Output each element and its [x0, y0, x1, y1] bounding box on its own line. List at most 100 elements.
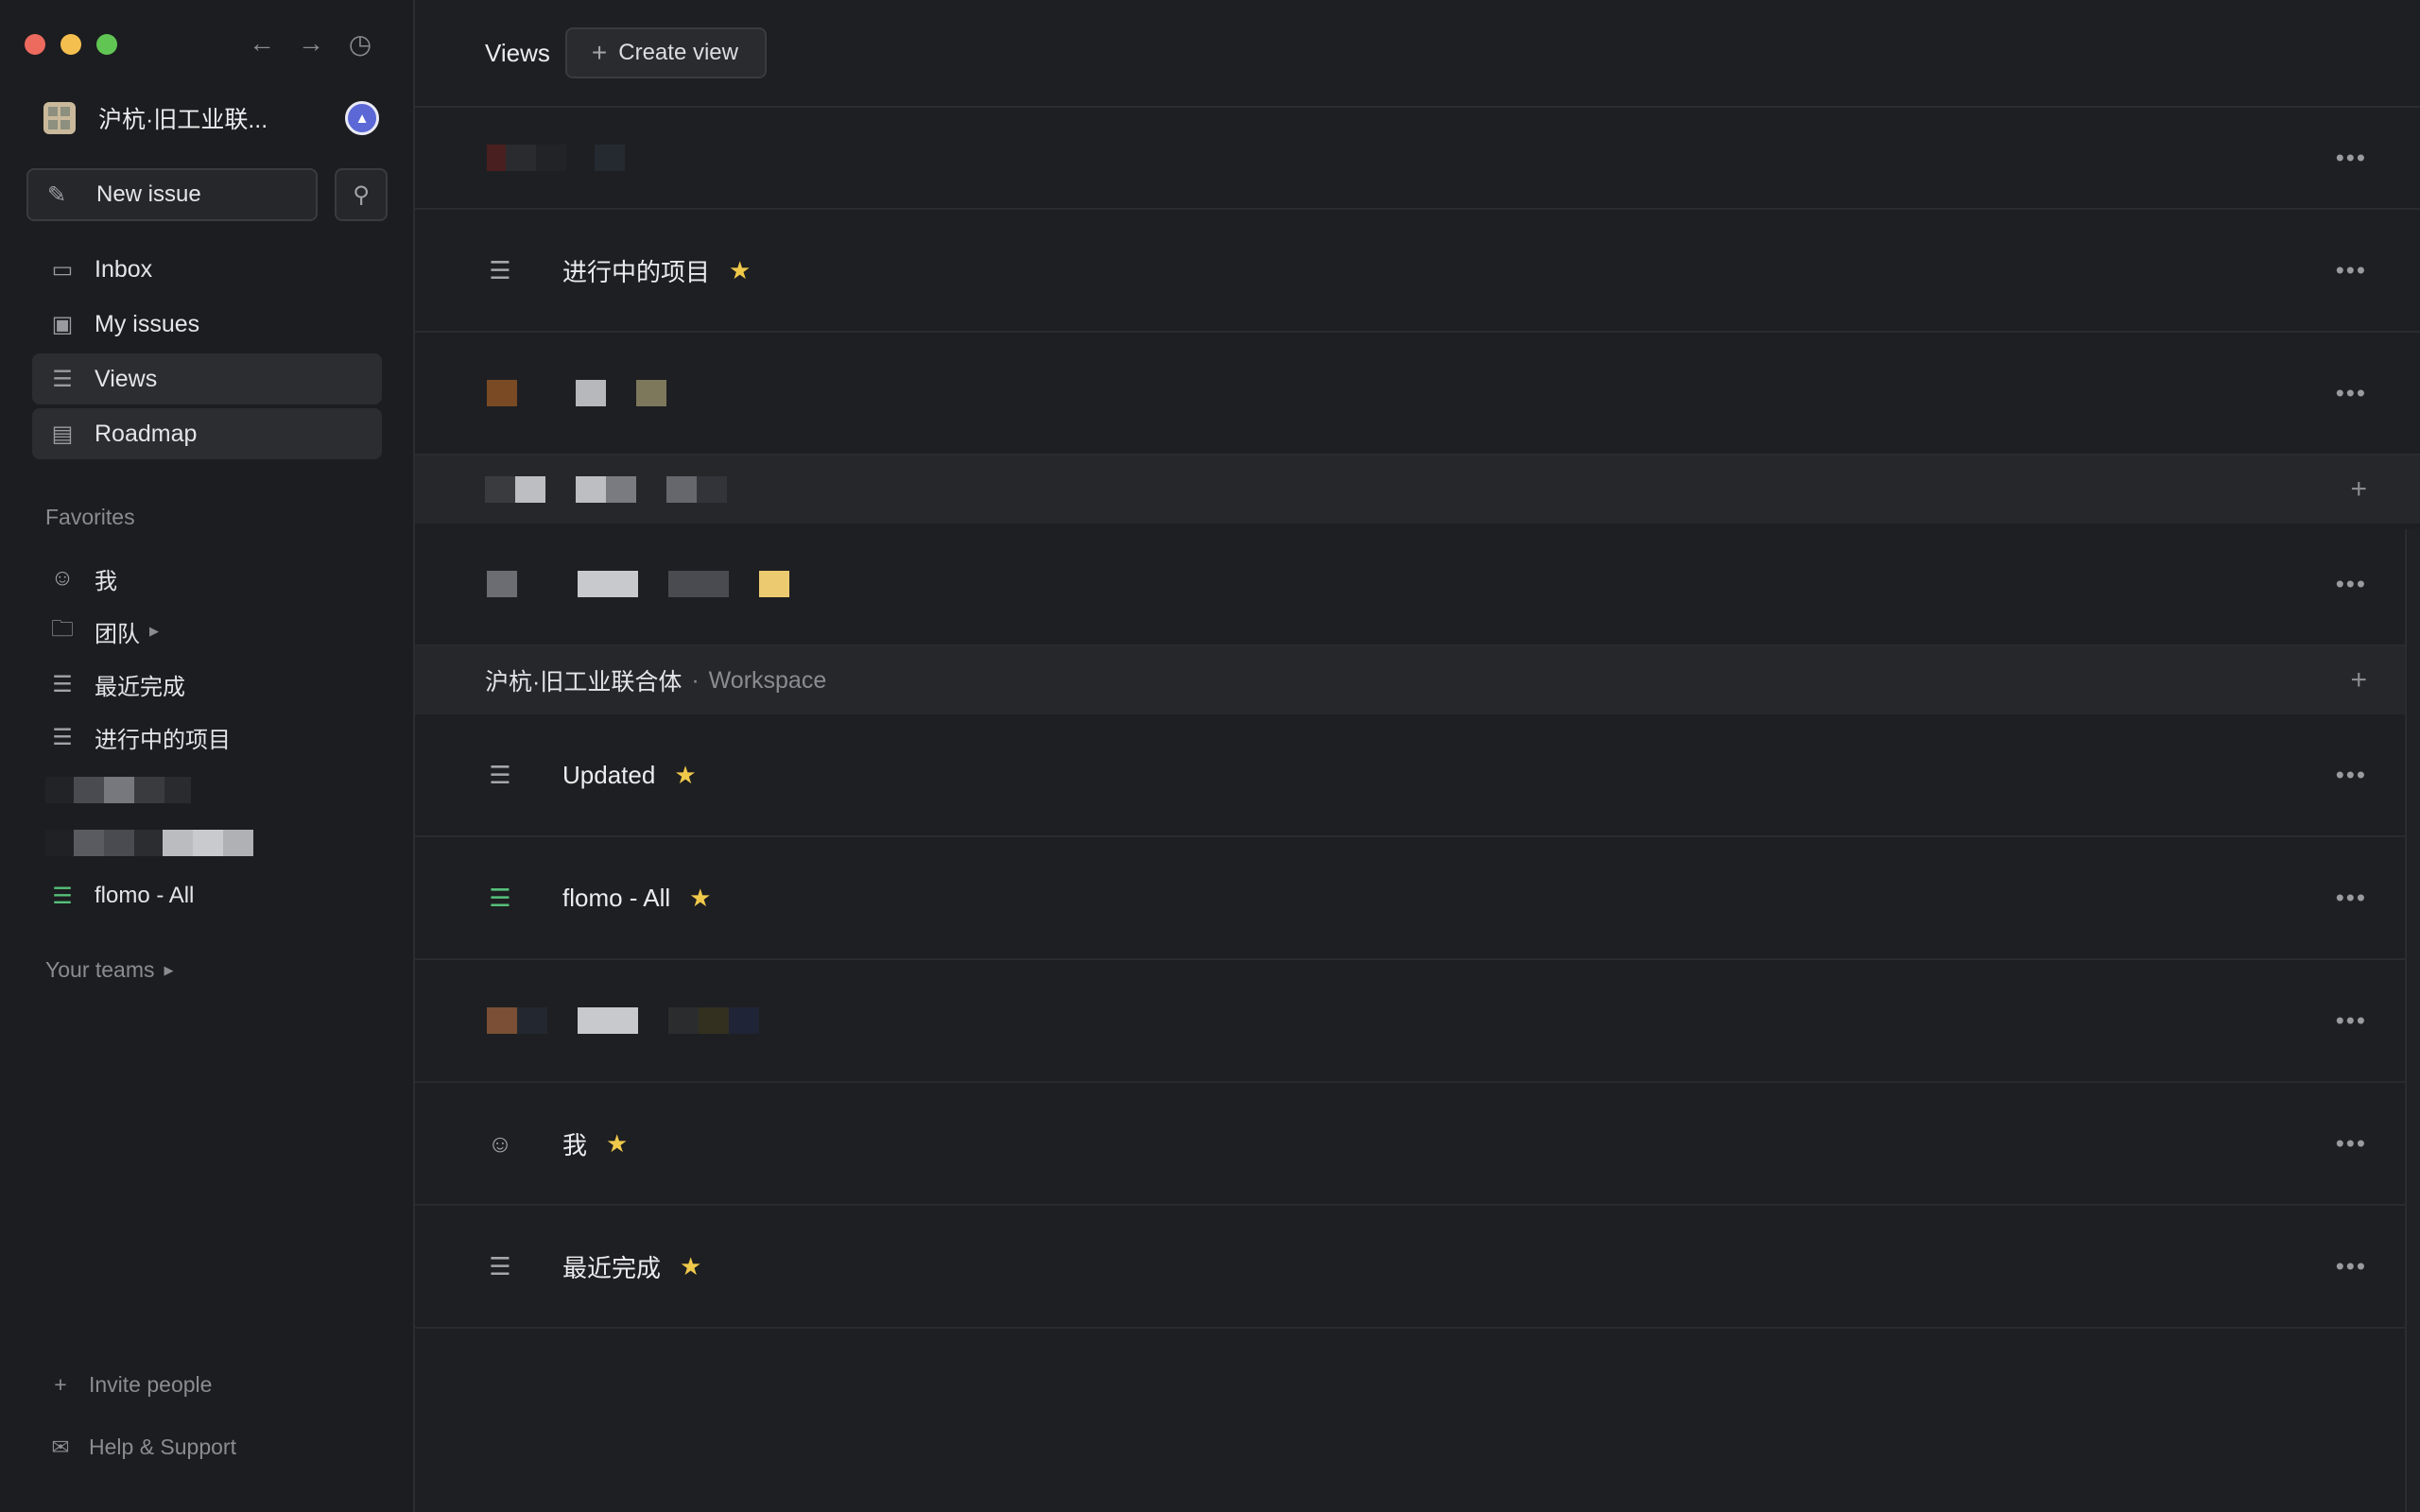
- new-issue-button[interactable]: ✎ New issue: [26, 168, 318, 221]
- more-options-icon[interactable]: •••: [2336, 256, 2367, 285]
- view-row[interactable]: ☰ Updated ★ •••: [415, 714, 2420, 837]
- new-issue-label: New issue: [96, 181, 201, 207]
- search-icon: ⚲: [353, 181, 370, 208]
- caret-right-icon: ▶: [164, 962, 174, 977]
- search-button[interactable]: ⚲: [335, 168, 388, 221]
- favorites-heading[interactable]: Favorites: [45, 505, 135, 530]
- view-row[interactable]: ☺ 我 ★ •••: [415, 1083, 2420, 1206]
- more-options-icon[interactable]: •••: [2336, 1252, 2367, 1281]
- help-support-button[interactable]: ✉ Help & Support: [45, 1435, 236, 1460]
- view-row-label: 最近完成: [562, 1253, 662, 1282]
- star-icon[interactable]: ★: [606, 1129, 628, 1159]
- favorite-item-team[interactable]: 🗀 团队 ▶: [32, 605, 382, 658]
- view-row-label: 进行中的项目: [562, 257, 711, 286]
- workspace-group-kind: Workspace: [708, 666, 827, 694]
- layers-icon: ☰: [52, 883, 73, 909]
- star-icon[interactable]: ★: [674, 761, 696, 790]
- minimize-window-button[interactable]: [60, 34, 81, 55]
- more-options-icon[interactable]: •••: [2336, 1129, 2367, 1159]
- create-view-button[interactable]: + Create view: [564, 27, 767, 78]
- sidebar-item-my-issues[interactable]: ▣ My issues: [32, 299, 382, 350]
- invite-people-button[interactable]: + Invite people: [45, 1372, 212, 1398]
- close-window-button[interactable]: [25, 34, 45, 55]
- layers-icon: ☰: [52, 724, 73, 750]
- workspace-name: 沪杭·旧工业联...: [98, 107, 268, 133]
- sidebar-item-views[interactable]: ☰ Views: [32, 353, 382, 404]
- sidebar: ← → ◷ 沪杭·旧工业联... ▲ ✎ New issue ⚲ ▭ Inbox…: [0, 0, 415, 1512]
- favorite-item-label: 最近完成: [95, 674, 185, 700]
- workspace-logo: [43, 102, 76, 134]
- favorite-item-in-progress[interactable]: ☰ 进行中的项目: [32, 711, 382, 764]
- sidebar-item-label: Views: [95, 365, 158, 392]
- sunglasses-face-icon: ☺: [50, 565, 75, 591]
- help-label: Help & Support: [89, 1435, 236, 1459]
- star-icon[interactable]: ★: [729, 256, 751, 285]
- stack-icon: ☰: [489, 1251, 511, 1280]
- star-icon[interactable]: ★: [689, 884, 711, 913]
- favorite-item-label: 团队: [95, 621, 140, 647]
- more-options-icon[interactable]: •••: [2336, 884, 2367, 913]
- more-options-icon[interactable]: •••: [2336, 1006, 2367, 1036]
- scrollbar[interactable]: [2405, 529, 2420, 1512]
- view-row[interactable]: ☰ flomo - All ★ •••: [415, 837, 2420, 960]
- sidebar-item-label: Roadmap: [95, 420, 198, 447]
- add-icon[interactable]: +: [2350, 473, 2367, 506]
- favorite-item-me[interactable]: ☺ 我: [32, 552, 382, 605]
- view-row[interactable]: •••: [415, 524, 2420, 646]
- compose-icon: ✎: [47, 181, 67, 208]
- chat-bubble-icon: ✉: [51, 1435, 70, 1459]
- your-teams-heading[interactable]: Your teams ▶: [45, 957, 174, 983]
- sidebar-item-roadmap[interactable]: ▤ Roadmap: [32, 408, 382, 459]
- sidebar-item-label: Inbox: [95, 255, 153, 283]
- star-icon[interactable]: ★: [680, 1252, 701, 1281]
- workspace-group-header[interactable]: 沪杭·旧工业联合体 · Workspace +: [415, 646, 2420, 714]
- back-arrow-icon[interactable]: ←: [248, 28, 276, 60]
- main-panel: Views + Create view ••• ☰ 进行中的项目 ★ ••• •…: [415, 0, 2420, 1512]
- caret-right-icon: ▶: [149, 624, 159, 638]
- view-row[interactable]: ☰ 最近完成 ★ •••: [415, 1206, 2420, 1329]
- more-options-icon[interactable]: •••: [2336, 761, 2367, 790]
- sidebar-item-inbox[interactable]: ▭ Inbox: [32, 244, 382, 295]
- layers-icon: ☰: [489, 883, 511, 912]
- more-options-icon[interactable]: •••: [2336, 379, 2367, 408]
- folder-icon: 🗀: [51, 615, 74, 642]
- zoom-window-button[interactable]: [96, 34, 117, 55]
- view-row-label: Updated: [562, 760, 656, 789]
- favorite-item-flomo-all[interactable]: ☰ flomo - All: [32, 869, 382, 922]
- view-row[interactable]: •••: [415, 960, 2420, 1083]
- workspace-switcher[interactable]: 沪杭·旧工业联... ▲: [43, 100, 379, 136]
- layers-icon: ☰: [52, 366, 73, 392]
- favorite-item-redacted[interactable]: [32, 764, 382, 816]
- view-row-label: 我: [562, 1130, 588, 1160]
- favorites-list: ☺ 我 🗀 团队 ▶ ☰ 最近完成 ☰ 进行中的项目 ☰ flomo - All: [32, 552, 382, 922]
- view-row[interactable]: •••: [415, 333, 2420, 455]
- history-clock-icon[interactable]: ◷: [346, 28, 374, 60]
- views-list: ••• ☰ 进行中的项目 ★ ••• ••• + ••• 沪杭·旧工业联合体 ·…: [415, 108, 2420, 1329]
- map-icon: ▤: [51, 421, 74, 447]
- page-title: Views: [485, 38, 550, 67]
- plus-icon: +: [591, 38, 608, 67]
- more-options-icon[interactable]: •••: [2336, 144, 2367, 173]
- sunglasses-face-icon: ☺: [487, 1128, 513, 1158]
- forward-arrow-icon[interactable]: →: [297, 28, 325, 60]
- redacted-label: [487, 145, 625, 171]
- avatar[interactable]: ▲: [345, 101, 379, 135]
- history-controls: ← → ◷: [248, 28, 374, 60]
- more-options-icon[interactable]: •••: [2336, 570, 2367, 599]
- my-issues-icon: ▣: [51, 311, 74, 337]
- plus-icon: +: [54, 1372, 67, 1397]
- group-separator: ·: [691, 666, 700, 694]
- layers-icon: ☰: [489, 255, 511, 284]
- favorite-item-redacted[interactable]: [32, 816, 382, 869]
- view-row[interactable]: ☰ 进行中的项目 ★ •••: [415, 210, 2420, 333]
- view-row-label: flomo - All: [562, 883, 671, 912]
- favorite-item-recent-done[interactable]: ☰ 最近完成: [32, 658, 382, 711]
- view-row[interactable]: •••: [415, 108, 2420, 210]
- add-icon[interactable]: +: [2350, 664, 2367, 696]
- group-header[interactable]: +: [415, 455, 2420, 524]
- workspace-group-name: 沪杭·旧工业联合体: [485, 669, 683, 696]
- create-view-label: Create view: [618, 40, 738, 65]
- app-window: ← → ◷ 沪杭·旧工业联... ▲ ✎ New issue ⚲ ▭ Inbox…: [0, 0, 2420, 1512]
- redacted-label: [487, 380, 666, 406]
- redacted-label: [45, 777, 191, 803]
